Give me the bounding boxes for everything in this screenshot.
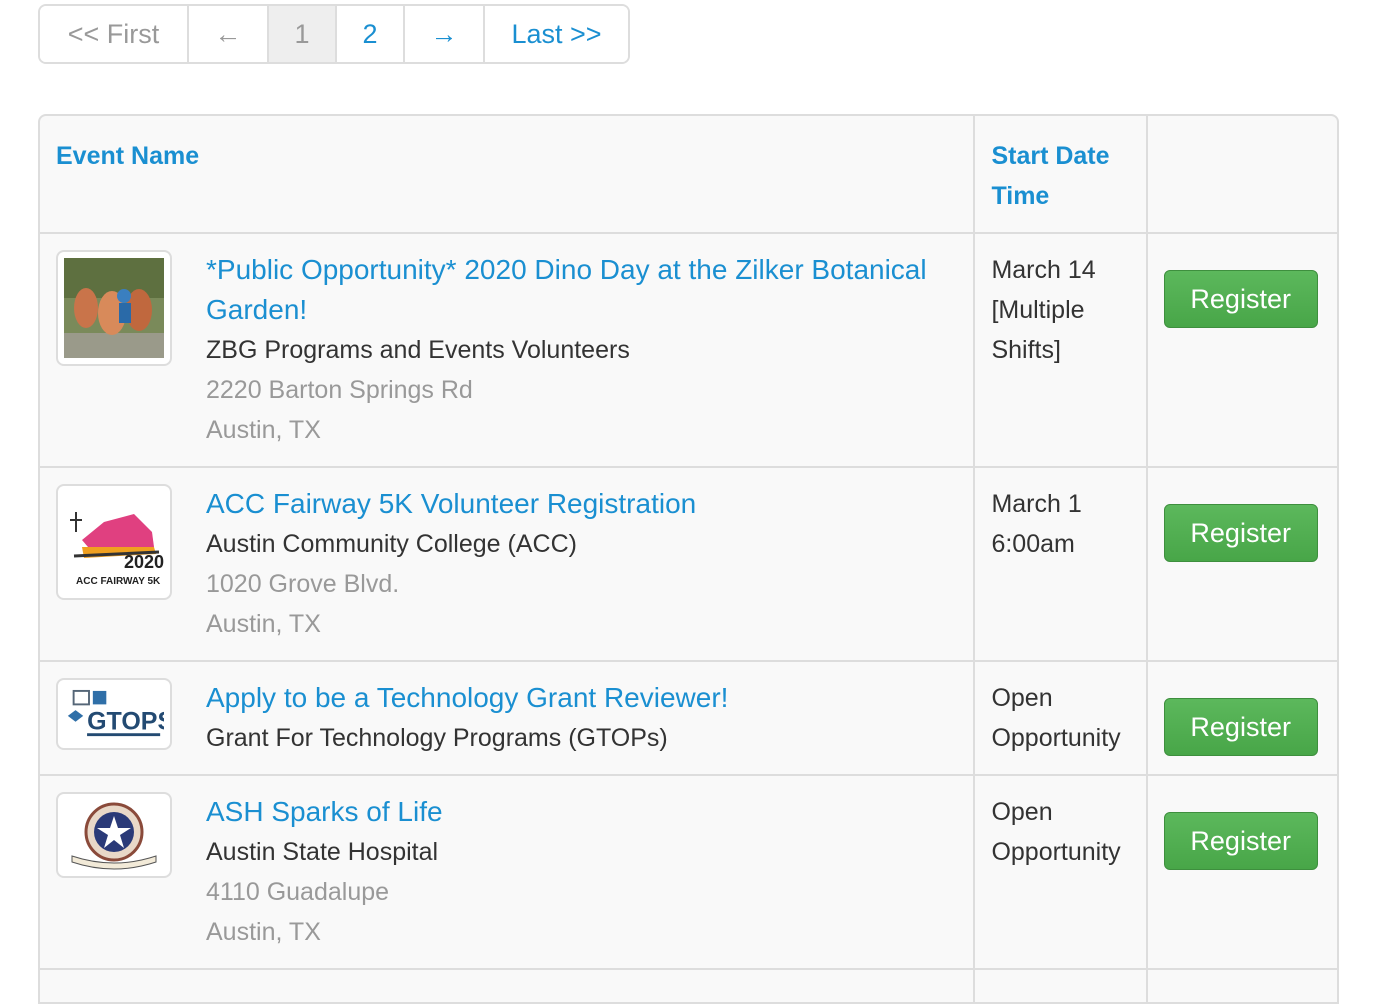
last-page-link[interactable]: Last >> [485,6,628,62]
register-button[interactable]: Register [1163,812,1318,870]
event-thumbnail[interactable]: GTOPS [56,678,172,750]
date-cell: March 14 [Multiple Shifts] [974,233,1148,468]
event-address: 2220 Barton Springs Rd [206,376,473,404]
page-1-link[interactable]: 1 [269,6,337,62]
event-name-header[interactable]: Event Name [40,116,976,234]
event-cell: ASH Sparks of Life Austin State Hospital… [40,775,976,970]
page-2-link[interactable]: 2 [337,6,405,62]
event-title-link[interactable]: Apply to be a Technology Grant Reviewer! [206,678,728,718]
register-button[interactable]: Register [1163,698,1318,756]
next-page-link[interactable]: → [405,6,485,62]
action-cell [1146,969,1337,1004]
action-cell: Register [1146,467,1337,662]
event-title-link[interactable]: ACC Fairway 5K Volunteer Registration [206,484,696,524]
actions-header [1146,116,1337,234]
gtops-logo-text: GTOPS [87,707,164,735]
previous-page-link[interactable]: ← [189,6,269,62]
action-cell: Register [1146,233,1337,468]
event-cell: GTOPS Apply to be a Technology Grant Rev… [40,661,976,776]
first-page-link[interactable]: << First [40,6,189,62]
register-button[interactable]: Register [1163,504,1318,562]
table-row: 2020 ACC FAIRWAY 5K ACC Fairway 5K Volun… [40,467,1337,662]
register-button[interactable]: Register [1163,270,1318,328]
event-address: 4110 Guadalupe [206,878,390,906]
events-table: Event Name Start Date Time *Public Oppor… [38,114,1339,1004]
event-address: 1020 Grove Blvd. [206,570,400,598]
table-row: *Public Opportunity* 2020 Dino Day at th… [40,233,1337,468]
event-city: Austin, TX [206,416,321,444]
table-row [40,969,1337,1004]
event-title-link[interactable]: ASH Sparks of Life [206,792,443,832]
pagination: << First ← 1 2 → Last >> [38,4,630,64]
acc-logo-name: ACC FAIRWAY 5K [76,576,161,587]
event-thumbnail[interactable] [56,250,172,366]
event-organization: Grant For Technology Programs (GTOPs) [206,724,668,752]
event-date: Open Opportunity [991,798,1121,866]
acc-fairway-logo: 2020 ACC FAIRWAY 5K [64,492,164,592]
date-cell: March 1 6:00am [974,467,1148,662]
event-title-link[interactable]: *Public Opportunity* 2020 Dino Day at th… [206,250,957,330]
table-row: ASH Sparks of Life Austin State Hospital… [40,775,1337,970]
date-cell [974,969,1148,1004]
event-city: Austin, TX [206,610,321,638]
ash-seal-logo [64,800,164,870]
table-header-row: Event Name Start Date Time [40,116,1337,234]
dino-photo-icon [64,258,164,358]
event-thumbnail[interactable]: 2020 ACC FAIRWAY 5K [56,484,172,600]
event-cell: *Public Opportunity* 2020 Dino Day at th… [40,233,976,468]
event-date: March 1 6:00am [991,490,1082,558]
gtops-logo: GTOPS [64,686,164,742]
event-date: March 14 [Multiple Shifts] [991,256,1096,364]
acc-logo-year: 2020 [124,552,164,572]
event-city: Austin, TX [206,918,321,946]
table-row: GTOPS Apply to be a Technology Grant Rev… [40,661,1337,776]
event-organization: Austin State Hospital [206,838,439,866]
action-cell: Register [1146,661,1337,776]
start-date-header[interactable]: Start Date Time [974,116,1148,234]
event-organization: ZBG Programs and Events Volunteers [206,336,630,364]
event-cell: 2020 ACC FAIRWAY 5K ACC Fairway 5K Volun… [40,467,976,662]
action-cell: Register [1146,775,1337,970]
event-thumbnail[interactable] [56,792,172,878]
date-cell: Open Opportunity [974,775,1148,970]
event-date: Open Opportunity [991,684,1121,752]
event-cell [40,969,976,1004]
date-cell: Open Opportunity [974,661,1148,776]
event-organization: Austin Community College (ACC) [206,530,577,558]
